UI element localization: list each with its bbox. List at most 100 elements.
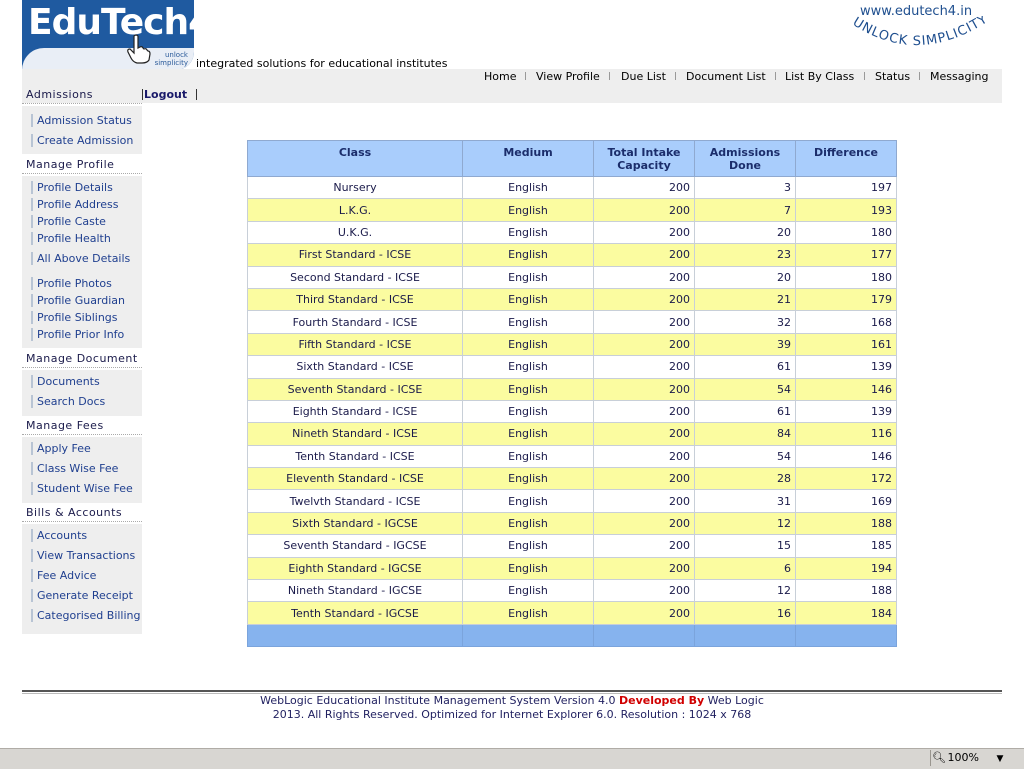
cell-admissions-done: 12	[694, 511, 796, 536]
table-row: Sixth Standard - ICSE English 200 61 139	[247, 355, 897, 379]
cell-class: Twelvth Standard - ICSE	[247, 489, 463, 513]
sidebar-item-profile-photos[interactable]: Profile Photos	[31, 277, 112, 290]
cell-difference: 139	[795, 399, 897, 424]
nav-messaging[interactable]: Messaging	[930, 70, 988, 83]
nav-separator	[675, 72, 676, 80]
sidebar-item-accounts[interactable]: Accounts	[31, 529, 87, 542]
footer-cell	[247, 623, 463, 647]
sidebar-item-fee-advice[interactable]: Fee Advice	[31, 569, 96, 582]
footer-cell	[462, 623, 594, 647]
cell-admissions-done: 39	[694, 332, 796, 357]
cell-class: Sixth Standard - IGCSE	[247, 511, 463, 536]
cell-class: U.K.G.	[247, 220, 463, 245]
table-row: Nineth Standard - IGCSE English 200 12 188	[247, 579, 897, 603]
status-divider	[930, 750, 931, 766]
sidebar-group-bills-accounts: Accounts View Transactions Fee Advice Ge…	[22, 524, 142, 634]
cell-medium: English	[462, 489, 594, 513]
logout-link[interactable]: Logout	[144, 88, 187, 101]
cell-total-intake: 200	[593, 422, 695, 446]
edutech4-logo[interactable]: EduTech4 unlock simplicity	[22, 0, 194, 70]
logo-subtitle: unlock simplicity	[155, 51, 188, 67]
cell-admissions-done: 54	[694, 444, 796, 469]
cell-admissions-done: 7	[694, 198, 796, 222]
cell-class: First Standard - ICSE	[247, 243, 463, 267]
nav-home[interactable]: Home	[484, 70, 516, 83]
footer-cell	[795, 623, 897, 647]
cell-class: Third Standard - ICSE	[247, 287, 463, 312]
table-footer-row	[247, 623, 897, 647]
cell-total-intake: 200	[593, 287, 695, 312]
nav-status[interactable]: Status	[875, 70, 910, 83]
sidebar-heading-manage-fees: Manage Fees	[22, 417, 142, 435]
column-header-medium: Medium	[462, 140, 594, 177]
table-row: Third Standard - ICSE English 200 21 179	[247, 287, 897, 312]
table-row: L.K.G. English 200 7 193	[247, 198, 897, 222]
sidebar-item-profile-guardian[interactable]: Profile Guardian	[31, 294, 125, 307]
sidebar-item-categorised-billing[interactable]: Categorised Billing	[31, 609, 141, 622]
cell-total-intake: 200	[593, 220, 695, 245]
cell-medium: English	[462, 198, 594, 222]
cell-total-intake: 200	[593, 265, 695, 289]
nav-due-list[interactable]: Due List	[621, 70, 666, 83]
sidebar-item-profile-prior-info[interactable]: Profile Prior Info	[31, 328, 124, 341]
cell-medium: English	[462, 355, 594, 379]
sidebar-item-documents[interactable]: Documents	[31, 375, 100, 388]
cell-admissions-done: 20	[694, 265, 796, 289]
column-header-class: Class	[247, 140, 463, 177]
footer-cell	[593, 623, 695, 647]
sidebar-item-profile-address[interactable]: Profile Address	[31, 198, 119, 211]
nav-separator	[775, 72, 776, 80]
cell-admissions-done: 61	[694, 355, 796, 379]
cell-difference: 116	[795, 422, 897, 446]
sidebar-group-admissions: Admission Status Create Admission	[22, 106, 142, 154]
cell-total-intake: 200	[593, 511, 695, 536]
cell-medium: English	[462, 534, 594, 558]
table-row: Seventh Standard - IGCSE English 200 15 185	[247, 534, 897, 558]
cell-class: Seventh Standard - ICSE	[247, 377, 463, 401]
table-row: Fourth Standard - ICSE English 200 32 168	[247, 310, 897, 334]
cell-medium: English	[462, 265, 594, 289]
cell-admissions-done: 54	[694, 377, 796, 401]
cell-medium: English	[462, 332, 594, 357]
sidebar-item-profile-caste[interactable]: Profile Caste	[31, 215, 106, 228]
cell-difference: 194	[795, 556, 897, 581]
sidebar-heading-admissions: Admissions	[22, 86, 142, 104]
cell-difference: 197	[795, 175, 897, 200]
sidebar-item-view-transactions[interactable]: View Transactions	[31, 549, 135, 562]
sidebar-item-profile-details[interactable]: Profile Details	[31, 181, 113, 194]
cell-admissions-done: 3	[694, 175, 796, 200]
chevron-down-icon: ▼	[996, 754, 1004, 764]
logout-separator	[196, 89, 197, 100]
sidebar-item-all-above-details[interactable]: All Above Details	[31, 252, 130, 265]
sidebar-item-profile-health[interactable]: Profile Health	[31, 232, 111, 245]
cell-medium: English	[462, 556, 594, 581]
nav-list-by-class[interactable]: List By Class	[785, 70, 854, 83]
cell-difference: 180	[795, 220, 897, 245]
footer-developer: Web Logic	[704, 694, 764, 707]
cell-class: Nineth Standard - IGCSE	[247, 579, 463, 603]
cell-class: Tenth Standard - IGCSE	[247, 601, 463, 625]
cell-total-intake: 200	[593, 399, 695, 424]
cell-total-intake: 200	[593, 243, 695, 267]
cell-difference: 161	[795, 332, 897, 357]
browser-status-bar	[0, 748, 1024, 769]
cell-medium: English	[462, 601, 594, 625]
sidebar-item-generate-receipt[interactable]: Generate Receipt	[31, 589, 133, 602]
table-row: Eighth Standard - IGCSE English 200 6 194	[247, 556, 897, 581]
table-body: Nursery English 200 3 197 L.K.G. English 200 7 19…	[247, 175, 897, 647]
sidebar-item-admission-status[interactable]: Admission Status	[31, 114, 132, 127]
sidebar-item-student-wise-fee[interactable]: Student Wise Fee	[31, 482, 133, 495]
cell-total-intake: 200	[593, 332, 695, 357]
cell-class: Eighth Standard - ICSE	[247, 399, 463, 424]
nav-document-list[interactable]: Document List	[686, 70, 766, 83]
sidebar-item-profile-siblings[interactable]: Profile Siblings	[31, 311, 118, 324]
sidebar-item-class-wise-fee[interactable]: Class Wise Fee	[31, 462, 118, 475]
zoom-control[interactable]: 🔍︎ 100% ▼	[932, 750, 1003, 766]
footer-developed-by: Developed By	[618, 694, 705, 707]
nav-view-profile[interactable]: View Profile	[536, 70, 600, 83]
sidebar-item-search-docs[interactable]: Search Docs	[31, 395, 105, 408]
sidebar-item-apply-fee[interactable]: Apply Fee	[31, 442, 91, 455]
sidebar-item-create-admission[interactable]: Create Admission	[31, 134, 133, 147]
cell-difference: 185	[795, 534, 897, 558]
cell-admissions-done: 31	[694, 489, 796, 513]
